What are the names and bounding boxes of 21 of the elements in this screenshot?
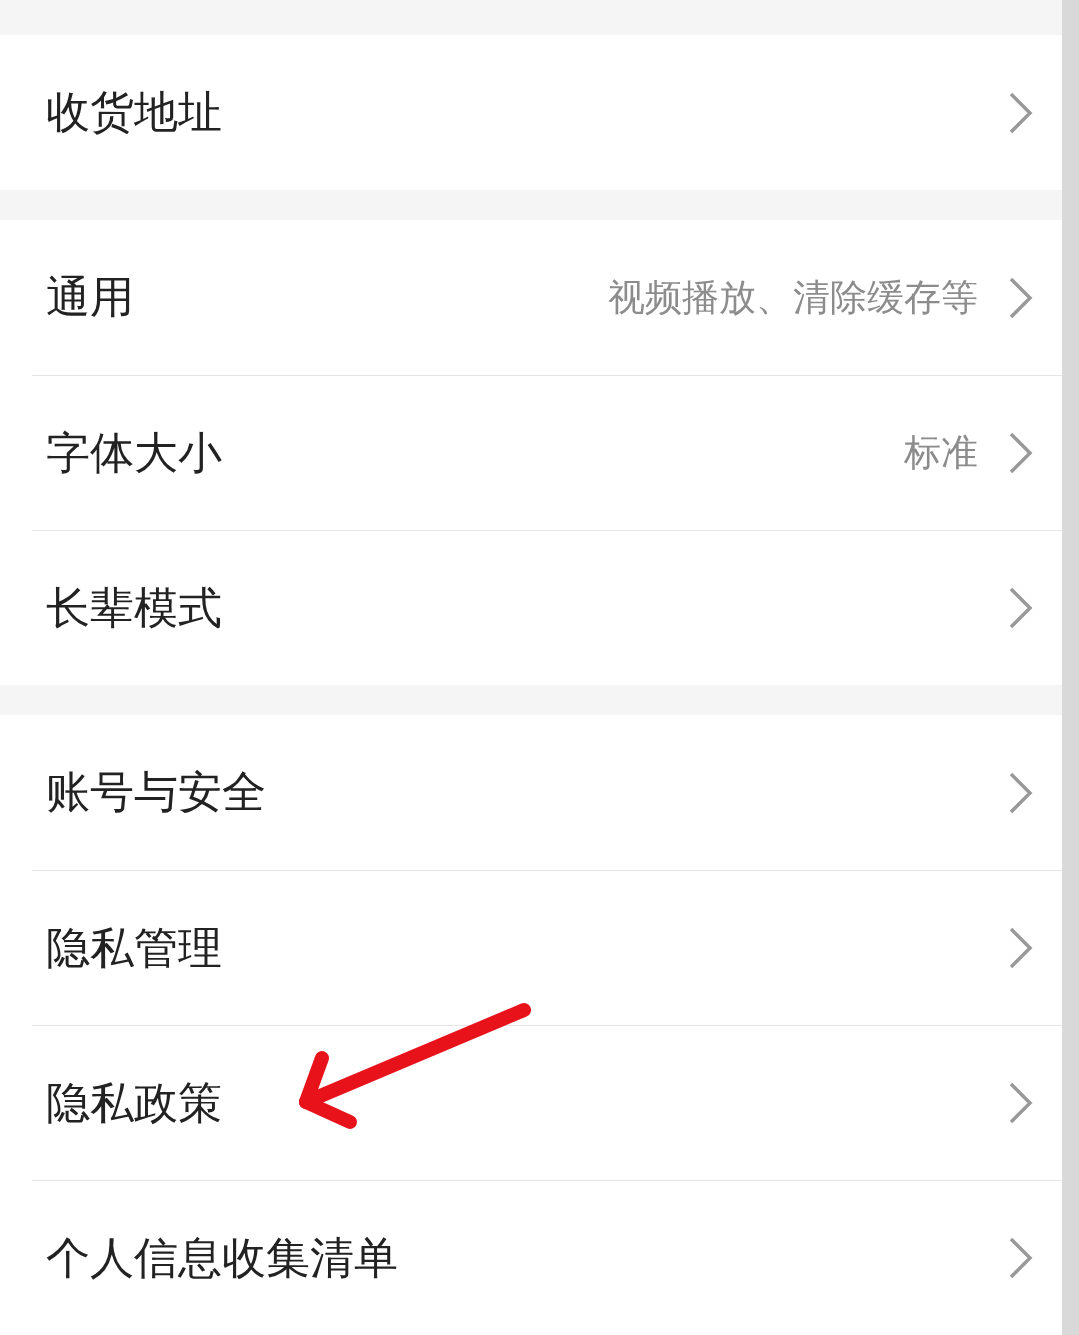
chevron-right-icon [1008,586,1034,630]
setting-label: 隐私政策 [46,1075,223,1130]
setting-label: 长辈模式 [46,580,223,635]
settings-row[interactable]: 通用 视频播放、清除缓存等 [0,220,1062,375]
setting-value: 视频播放、清除缓存等 [608,274,978,321]
chevron-right-icon [1008,1236,1034,1280]
setting-label: 通用 [46,270,135,324]
setting-value: 标准 [904,430,978,476]
settings-row[interactable]: 账号与安全 [0,715,1062,870]
chevron-right-icon [1008,275,1034,320]
chevron-right-icon [1008,1081,1034,1125]
setting-label: 账号与安全 [46,765,267,819]
chevron-right-icon [1008,431,1034,475]
chevron-right-icon [1008,926,1034,970]
settings-row[interactable]: 收货地址 [0,35,1062,190]
chevron-right-icon [1008,90,1034,135]
setting-label: 收货地址 [46,85,223,139]
setting-label: 个人信息收集清单 [46,1230,399,1285]
setting-label: 字体大小 [46,425,223,480]
chevron-right-icon [1008,770,1034,815]
setting-label: 隐私管理 [46,920,223,975]
